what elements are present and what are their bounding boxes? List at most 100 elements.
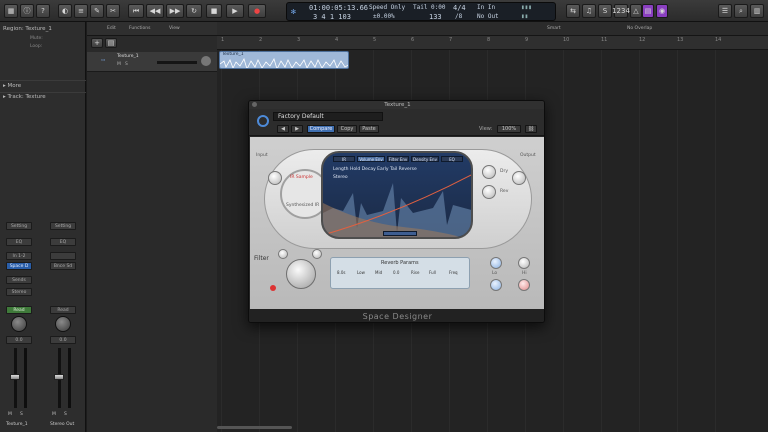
tuner-icon[interactable]: ♫	[582, 4, 596, 18]
pan-knob[interactable]	[11, 316, 27, 332]
drag-menu[interactable]: No Overlap	[627, 26, 652, 31]
fast-forward-button[interactable]: ▶▶	[166, 4, 184, 18]
compare-button[interactable]: Compare	[307, 125, 335, 133]
track-mute-button[interactable]: M	[117, 62, 121, 67]
input-knob[interactable]	[268, 171, 282, 185]
loop-browser-icon[interactable]: ◉	[656, 4, 668, 18]
mute-button[interactable]: M	[8, 412, 12, 417]
lcd-value-4[interactable]: Rise	[411, 270, 419, 275]
rev-knob[interactable]	[482, 185, 496, 199]
track-volume-slider[interactable]	[157, 61, 197, 64]
timeline-ruler[interactable]: 1 2 3 4 5 6 7 8 9 10 11 12 13 14	[217, 36, 768, 50]
output-slot[interactable]: Stereo Out	[6, 288, 32, 296]
lo-eq-knob[interactable]	[490, 257, 502, 269]
eq-slot[interactable]: EQ	[6, 238, 32, 246]
link-icon[interactable]: ⛓	[525, 125, 537, 133]
stop-button[interactable]: ■	[206, 4, 222, 18]
search-icon[interactable]: ⌕	[734, 4, 748, 18]
replace-icon[interactable]: ⇆	[566, 4, 580, 18]
scissors-icon[interactable]: ✂	[106, 4, 120, 18]
lcd-value-5[interactable]: Full	[429, 270, 436, 275]
snap-menu[interactable]: Smart	[547, 26, 561, 31]
lo-gain-knob[interactable]	[490, 279, 502, 291]
play-button[interactable]: ▶	[226, 4, 244, 18]
arrange-toolbar: Smart No Overlap	[217, 22, 768, 36]
plugin-slot[interactable]: Space D	[6, 262, 32, 270]
metronome-icon[interactable]: △	[630, 4, 642, 18]
automation-mode[interactable]: Read	[50, 306, 76, 314]
hi-gain-knob[interactable]	[518, 279, 530, 291]
editors-icon[interactable]: ✎	[90, 4, 104, 18]
previous-preset-button[interactable]: ◀	[277, 125, 289, 133]
close-icon[interactable]	[252, 102, 257, 107]
input-slot[interactable]: In 1-2	[6, 252, 32, 260]
track-pan-knob[interactable]	[201, 56, 211, 66]
track-inspector-header[interactable]: ▸ Track: Texture	[3, 94, 46, 100]
pan-knob[interactable]	[55, 316, 71, 332]
track-options-icon[interactable]: ▤	[105, 38, 117, 48]
track-solo-button[interactable]: S	[125, 62, 128, 67]
next-preset-button[interactable]: ▶	[291, 125, 303, 133]
volume-fader-handle[interactable]	[54, 374, 64, 380]
cycle-icon[interactable]: ↻	[186, 4, 202, 18]
key-out: No Out	[477, 13, 499, 20]
envelope-display[interactable]: IR Volume Env Filter Env Density Env EQ …	[321, 151, 473, 239]
rewind-button[interactable]: ◀◀	[146, 4, 164, 18]
automation-mode[interactable]: Read	[6, 306, 32, 314]
view-menu[interactable]: View	[169, 26, 180, 31]
hi-eq-knob[interactable]	[518, 257, 530, 269]
inspector-icon[interactable]: ⓘ	[20, 4, 34, 18]
browser-icon[interactable]: ▥	[750, 4, 764, 18]
add-track-button[interactable]: +	[91, 38, 103, 48]
solo-icon[interactable]: S	[598, 4, 612, 18]
paste-button[interactable]: Paste	[359, 125, 379, 133]
input-slot[interactable]	[50, 252, 76, 260]
lcd-value-6[interactable]: Freq	[449, 270, 458, 275]
setting-button[interactable]: Setting	[50, 222, 76, 230]
plugin-slot[interactable]: Bnce Sd	[50, 262, 76, 270]
functions-menu[interactable]: Functions	[129, 26, 151, 31]
copy-button[interactable]: Copy	[337, 125, 357, 133]
solo-button[interactable]: S	[20, 412, 23, 417]
smart-controls-icon[interactable]: ◐	[58, 4, 72, 18]
synthesized-ir-label[interactable]: Synthesized IR	[286, 203, 319, 208]
preset-menu[interactable]: Factory Default	[273, 112, 383, 121]
notepad-icon[interactable]: ▤	[642, 4, 654, 18]
lcd-value-3[interactable]: 0.0	[393, 270, 399, 275]
dry-knob[interactable]	[482, 165, 496, 179]
lcd-value-1[interactable]: Low	[357, 270, 365, 275]
setting-button[interactable]: Setting	[6, 222, 32, 230]
help-icon[interactable]: ?	[36, 4, 50, 18]
count-in-icon[interactable]: 1234	[612, 4, 630, 18]
filter-resonance-knob[interactable]	[312, 249, 322, 259]
track-row[interactable]: ▭ Texture_1 M S	[87, 52, 217, 72]
volume-fader-handle[interactable]	[10, 374, 20, 380]
filter-cutoff-knob[interactable]	[286, 259, 316, 289]
audio-region[interactable]: Texture_1	[219, 51, 349, 69]
edit-menu[interactable]: Edit	[107, 26, 116, 31]
filter-power-icon[interactable]	[270, 285, 276, 291]
region-inspector-header[interactable]: Region: Texture_1	[3, 26, 52, 32]
list-editors-icon[interactable]: ☰	[718, 4, 732, 18]
ir-waveform-graph	[323, 174, 471, 237]
view-zoom-menu[interactable]: 100%	[497, 125, 521, 133]
transport-lcd[interactable]: ✻ 01:00:05:13.66 3 4 1 103 Speed Only ±0…	[286, 2, 556, 21]
time-signature: 4/4	[453, 4, 466, 12]
mixer-icon[interactable]: ≡	[74, 4, 88, 18]
display-scroll-button[interactable]	[383, 231, 417, 236]
eq-slot[interactable]: EQ	[50, 238, 76, 246]
more-disclosure[interactable]: ▸ More	[3, 83, 21, 89]
library-icon[interactable]: ▦	[4, 4, 18, 18]
lcd-value-2[interactable]: Mid	[375, 270, 382, 275]
power-icon[interactable]	[257, 115, 269, 127]
rewind-to-start-button[interactable]: ⏮	[128, 4, 144, 18]
horizontal-scrollbar[interactable]	[217, 426, 292, 429]
ir-sample-label[interactable]: IR Sample	[290, 175, 313, 180]
output-knob[interactable]	[512, 171, 526, 185]
solo-button[interactable]: S	[64, 412, 67, 417]
sends-slot[interactable]: Sends	[6, 276, 32, 284]
record-button[interactable]: ●	[248, 4, 266, 18]
lcd-value-0[interactable]: 8.0s	[337, 270, 345, 275]
filter-type-knob[interactable]	[278, 249, 288, 259]
mute-button[interactable]: M	[52, 412, 56, 417]
